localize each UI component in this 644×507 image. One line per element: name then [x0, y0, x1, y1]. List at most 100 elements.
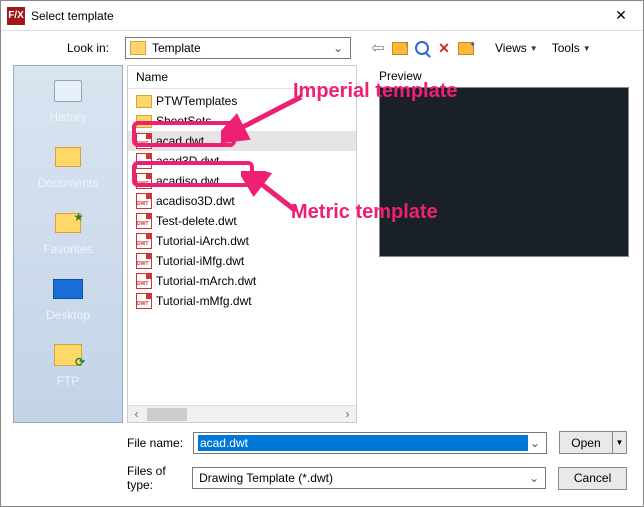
file-name: acadiso3D.dwt	[156, 194, 235, 208]
filename-input[interactable]: acad.dwt ⌄	[193, 432, 547, 454]
views-menu[interactable]: Views▼	[495, 41, 538, 55]
sidebar-item-ftp[interactable]: FTP	[50, 340, 86, 388]
views-label: Views	[495, 41, 527, 55]
folder-icon	[136, 115, 152, 128]
ftp-icon	[54, 344, 82, 366]
arrow-left-icon: ⇦	[371, 38, 384, 58]
bottom-area: File name: acad.dwt ⌄ Open ▼ Files of ty…	[1, 423, 643, 492]
file-row[interactable]: acadiso3D.dwt	[128, 191, 356, 211]
folder-up-icon	[392, 42, 408, 55]
delete-button[interactable]: ✕	[435, 39, 453, 57]
back-button[interactable]: ⇦	[369, 39, 387, 57]
lookin-label: Look in:	[13, 41, 119, 55]
chevron-down-icon: ▼	[583, 44, 591, 53]
folder-icon	[130, 41, 146, 55]
toolbar: Look in: Template ⌄ ⇦ ✕ Views▼ Tools▼	[1, 31, 643, 63]
file-row[interactable]: acad3D.dwt	[128, 151, 356, 171]
file-row[interactable]: acad.dwt	[128, 131, 356, 151]
favorites-icon	[55, 213, 81, 233]
lookin-dropdown[interactable]: Template ⌄	[125, 37, 351, 59]
list-body: PTWTemplates SheetSets acad.dwt acad3D.dwt a…	[128, 89, 356, 405]
preview-column: Preview	[357, 65, 631, 423]
open-split-button[interactable]: ▼	[613, 431, 627, 454]
up-folder-button[interactable]	[391, 39, 409, 57]
sidebar-item-favorites[interactable]: Favorites	[43, 208, 92, 256]
file-list: Name PTWTemplates SheetSets acad.dwt acad3D…	[127, 65, 357, 423]
sidebar-item-documents[interactable]: Documents	[38, 142, 99, 190]
chevron-down-icon: ▼	[530, 44, 538, 53]
file-name: Tutorial-mArch.dwt	[156, 274, 256, 288]
dwt-file-icon	[136, 273, 152, 289]
scroll-right-icon: ›	[339, 407, 356, 421]
file-name: SheetSets	[156, 114, 211, 128]
cancel-button[interactable]: Cancel	[558, 467, 627, 490]
sidebar-label: FTP	[57, 374, 80, 388]
filetype-dropdown[interactable]: Drawing Template (*.dwt) ⌄	[192, 467, 546, 489]
x-icon: ✕	[438, 40, 450, 57]
dwt-file-icon	[136, 233, 152, 249]
titlebar: F/X Select template ✕	[1, 1, 643, 31]
filetype-label: Files of type:	[17, 464, 192, 492]
tools-menu[interactable]: Tools▼	[552, 41, 591, 55]
file-row[interactable]: Test-delete.dwt	[128, 211, 356, 231]
file-name: Tutorial-mMfg.dwt	[156, 294, 252, 308]
chevron-down-icon: ⌄	[330, 41, 346, 55]
tools-label: Tools	[552, 41, 580, 55]
search-web-button[interactable]	[413, 39, 431, 57]
file-name: Tutorial-iMfg.dwt	[156, 254, 244, 268]
filetype-value: Drawing Template (*.dwt)	[197, 470, 527, 486]
file-row[interactable]: Tutorial-mMfg.dwt	[128, 291, 356, 311]
file-name: Test-delete.dwt	[156, 214, 237, 228]
documents-icon	[55, 147, 81, 167]
window-title: Select template	[31, 9, 599, 23]
sidebar: History Documents Favorites Desktop FTP	[13, 65, 123, 423]
nav-icons: ⇦ ✕	[369, 39, 475, 57]
desktop-icon	[53, 279, 83, 299]
folder-row[interactable]: SheetSets	[128, 111, 356, 131]
lookin-value: Template	[152, 41, 330, 55]
history-icon	[54, 80, 82, 102]
file-name: acad3D.dwt	[156, 154, 219, 168]
dwt-file-icon	[136, 173, 152, 189]
horizontal-scrollbar[interactable]: ‹ ›	[128, 405, 356, 422]
sidebar-label: Favorites	[43, 242, 92, 256]
file-name: Tutorial-iArch.dwt	[156, 234, 249, 248]
preview-label: Preview	[379, 65, 631, 87]
scroll-thumb[interactable]	[147, 408, 187, 421]
dwt-file-icon	[136, 293, 152, 309]
preview-box	[379, 87, 629, 257]
dwt-file-icon	[136, 153, 152, 169]
scroll-left-icon: ‹	[128, 407, 145, 421]
dwt-file-icon	[136, 253, 152, 269]
app-icon: F/X	[7, 7, 25, 25]
sidebar-item-history[interactable]: History	[49, 76, 86, 124]
column-header-name[interactable]: Name	[128, 66, 356, 89]
filename-value: acad.dwt	[198, 435, 528, 451]
open-button[interactable]: Open	[559, 431, 613, 454]
main-area: History Documents Favorites Desktop FTP …	[1, 63, 643, 423]
folder-icon	[136, 95, 152, 108]
file-name: acad.dwt	[156, 134, 204, 148]
sidebar-item-desktop[interactable]: Desktop	[46, 274, 90, 322]
folder-row[interactable]: PTWTemplates	[128, 91, 356, 111]
filename-label: File name:	[17, 436, 193, 450]
folder-new-icon	[458, 42, 474, 55]
close-button[interactable]: ✕	[599, 1, 643, 31]
chevron-down-icon: ⌄	[527, 471, 541, 485]
toolbar-menus: Views▼ Tools▼	[495, 41, 591, 55]
file-name: PTWTemplates	[156, 94, 237, 108]
dwt-file-icon	[136, 193, 152, 209]
sidebar-label: Documents	[38, 176, 99, 190]
file-row[interactable]: Tutorial-iMfg.dwt	[128, 251, 356, 271]
file-row[interactable]: Tutorial-iArch.dwt	[128, 231, 356, 251]
new-folder-button[interactable]	[457, 39, 475, 57]
file-row[interactable]: acadiso.dwt	[128, 171, 356, 191]
chevron-down-icon: ⌄	[528, 436, 542, 450]
sidebar-label: History	[49, 110, 86, 124]
dwt-file-icon	[136, 133, 152, 149]
file-pane: Name PTWTemplates SheetSets acad.dwt acad3D…	[127, 65, 631, 423]
search-icon	[415, 41, 429, 55]
sidebar-label: Desktop	[46, 308, 90, 322]
file-row[interactable]: Tutorial-mArch.dwt	[128, 271, 356, 291]
file-name: acadiso.dwt	[156, 174, 219, 188]
